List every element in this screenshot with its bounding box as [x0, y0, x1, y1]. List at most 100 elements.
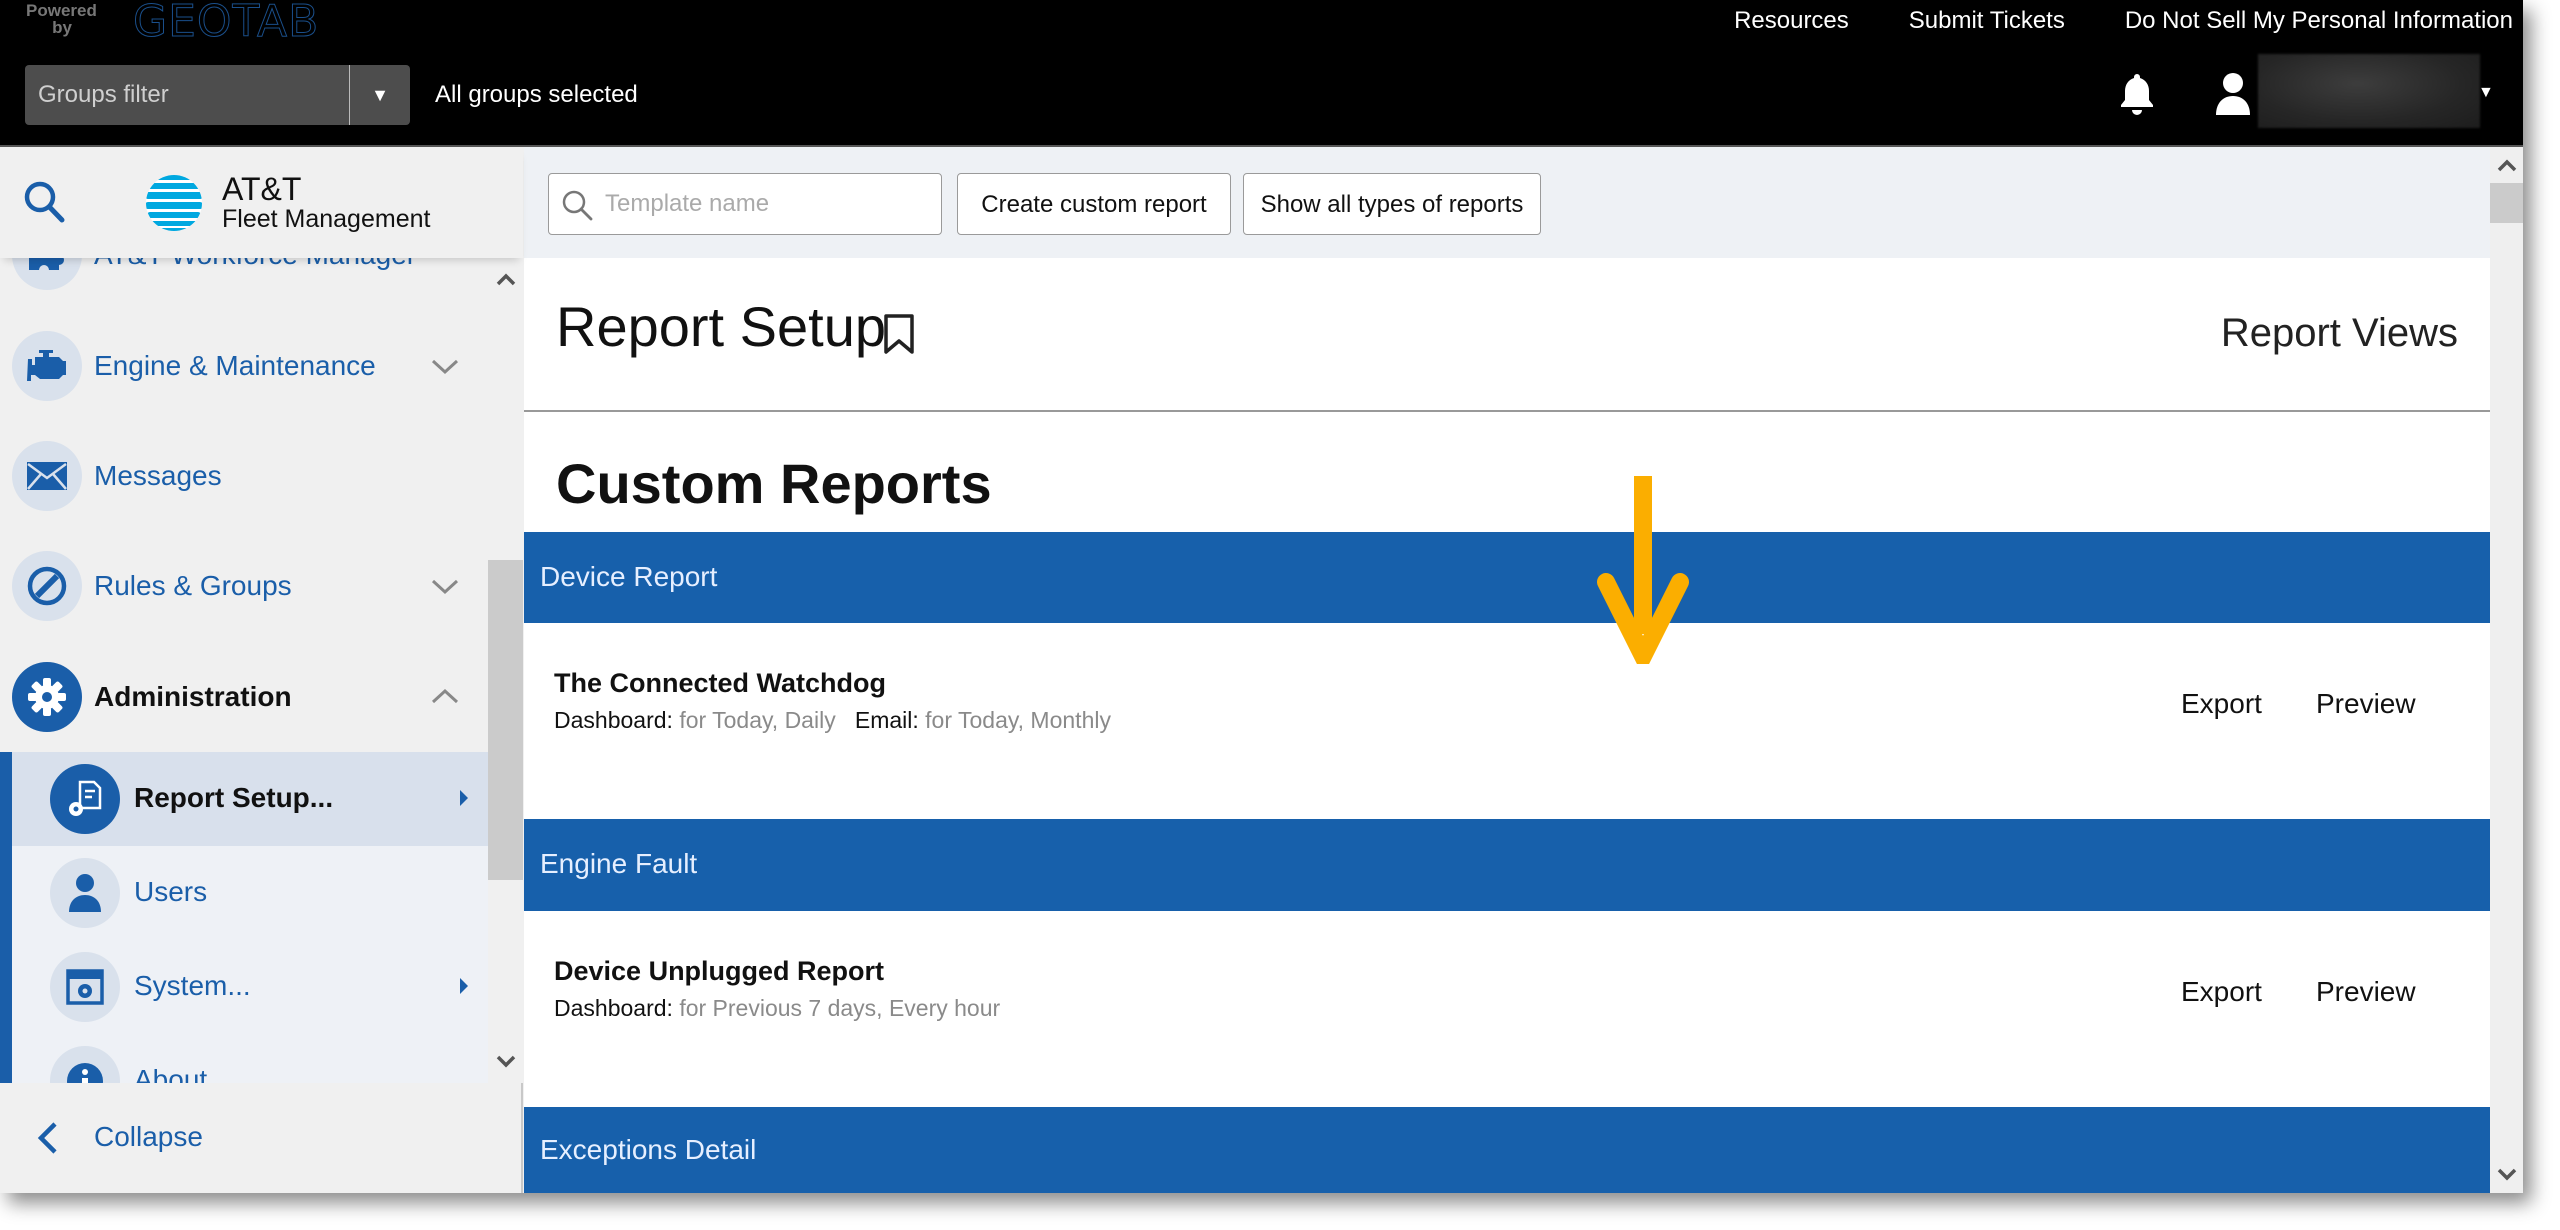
sidebar-item-engine-maintenance[interactable]: Engine & Maintenance [0, 311, 488, 421]
envelope-icon [12, 441, 82, 511]
rules-icon [12, 551, 82, 621]
report-category-band: Device Report [524, 532, 2490, 623]
top-links: Resources Submit Tickets Do Not Sell My … [1734, 6, 2513, 36]
section-title: Custom Reports [556, 452, 992, 515]
dashboard-label: Dashboard: [554, 707, 673, 733]
user-menu-caret-icon[interactable]: ▼ [2478, 84, 2494, 102]
report-setup-icon [50, 764, 120, 834]
att-globe-logo [146, 175, 202, 231]
info-icon [50, 1046, 120, 1083]
collapse-label: Collapse [94, 1121, 203, 1152]
report-row[interactable]: Device Unplugged Report Dashboard: for P… [524, 911, 2490, 1107]
sidebar-item-label: Users [134, 876, 208, 907]
submit-tickets-link[interactable]: Submit Tickets [1909, 6, 2065, 36]
resources-link[interactable]: Resources [1734, 6, 1849, 36]
sidebar-nav: AT&T Workforce Manager Engine & Maintena… [0, 258, 488, 1083]
create-custom-report-button[interactable]: Create custom report [957, 173, 1231, 235]
export-button[interactable]: Export [2181, 975, 2262, 1009]
puzzle-icon [12, 258, 82, 290]
sidebar-item-label: AT&T Workforce Manager [94, 258, 416, 272]
app-window: Powered by GEOTAB Resources Submit Ticke… [0, 0, 2523, 1193]
sidebar-item-label: Rules & Groups [94, 570, 292, 601]
collapse-sidebar-button[interactable]: Collapse [0, 1083, 521, 1193]
report-views-link[interactable]: Report Views [2221, 310, 2458, 356]
sidebar: AT&T Fleet Management AT&T Workforce Man… [0, 147, 523, 1193]
scroll-up-icon[interactable] [2496, 157, 2518, 173]
report-name[interactable]: Device Unplugged Report [554, 955, 884, 987]
report-schedule: Dashboard: for Today, Daily Email: for T… [554, 705, 1111, 735]
scroll-down-icon[interactable] [494, 1053, 518, 1071]
sidebar-item-label: Messages [94, 460, 222, 491]
search-icon[interactable] [22, 179, 66, 225]
sidebar-item-label: System... [134, 970, 251, 1001]
geotab-logo: GEOTAB [132, 0, 320, 47]
user-icon[interactable] [2214, 72, 2252, 116]
gear-icon [12, 662, 82, 732]
main-content: Create custom report Show all types of r… [524, 147, 2490, 1193]
sidebar-scrollbar[interactable] [488, 258, 523, 1083]
search-icon [562, 190, 593, 221]
sidebar-item-label: Report Setup... [134, 782, 334, 813]
caret-down-icon[interactable]: ▼ [350, 65, 410, 125]
main-scrollbar-thumb[interactable] [2490, 183, 2523, 223]
sidebar-item-users[interactable]: Users [12, 846, 488, 940]
bell-icon[interactable] [2118, 72, 2156, 116]
att-logo-title: AT&T [222, 171, 302, 207]
sidebar-item-messages[interactable]: Messages [0, 421, 488, 531]
sidebar-item-rules-groups[interactable]: Rules & Groups [0, 531, 488, 641]
scroll-down-icon[interactable] [2496, 1167, 2518, 1183]
show-all-reports-button[interactable]: Show all types of reports [1243, 173, 1541, 235]
do-not-sell-link[interactable]: Do Not Sell My Personal Information [2125, 6, 2513, 36]
att-logo-subtitle: Fleet Management [222, 205, 431, 233]
page-header: Report Setup Report Views [524, 258, 2490, 412]
report-name[interactable]: The Connected Watchdog [554, 667, 886, 699]
scroll-up-icon[interactable] [494, 270, 518, 288]
sidebar-item-report-setup[interactable]: Report Setup... [12, 752, 488, 846]
system-settings-icon [50, 952, 120, 1022]
chevron-down-icon[interactable] [430, 577, 460, 597]
dashboard-label: Dashboard: [554, 995, 673, 1021]
chevron-up-icon[interactable] [430, 686, 460, 706]
main-scrollbar[interactable] [2490, 147, 2523, 1193]
report-schedule: Dashboard: for Previous 7 days, Every ho… [554, 993, 1000, 1023]
sidebar-item-label: Administration [94, 681, 292, 712]
chevron-down-icon[interactable] [430, 357, 460, 377]
top-header: Powered by GEOTAB Resources Submit Ticke… [0, 0, 2523, 147]
export-button[interactable]: Export [2181, 687, 2262, 721]
sidebar-item-label: About [134, 1064, 208, 1083]
sidebar-header: AT&T Fleet Management [0, 147, 523, 258]
email-value: for Today, Monthly [925, 707, 1111, 733]
template-search-box[interactable] [548, 173, 942, 235]
groups-filter-dropdown[interactable]: Groups filter ▼ [25, 65, 410, 125]
report-category-band: Engine Fault [524, 819, 2490, 911]
toolbar: Create custom report Show all types of r… [524, 147, 2490, 258]
report-category-band: Exceptions Detail [524, 1107, 2490, 1193]
powered-by-label: Powered by [26, 1, 97, 37]
page-title: Report Setup [556, 295, 886, 358]
administration-submenu: Report Setup... Users System... About [0, 752, 488, 1083]
preview-button[interactable]: Preview [2316, 975, 2416, 1009]
sidebar-item-about[interactable]: About [12, 1034, 488, 1083]
submenu-arrow-icon [460, 978, 468, 994]
groups-status-text: All groups selected [435, 81, 638, 108]
sidebar-item-system[interactable]: System... [12, 940, 488, 1034]
user-name-redacted[interactable] [2258, 54, 2480, 128]
sidebar-item-workforce-manager[interactable]: AT&T Workforce Manager [0, 258, 488, 310]
report-category-label: Device Report [540, 561, 718, 592]
preview-button[interactable]: Preview [2316, 687, 2416, 721]
engine-icon [12, 331, 82, 401]
report-category-label: Engine Fault [540, 848, 698, 879]
dashboard-value: for Today, Daily [679, 707, 836, 733]
report-category-label: Exceptions Detail [540, 1134, 757, 1165]
dashboard-value: for Previous 7 days, Every hour [679, 995, 1001, 1021]
groups-filter-input[interactable]: Groups filter [25, 65, 350, 125]
email-label: Email: [854, 707, 919, 733]
report-row[interactable]: The Connected Watchdog Dashboard: for To… [524, 623, 2490, 819]
sidebar-scrollbar-thumb[interactable] [488, 560, 523, 880]
sidebar-item-label: Engine & Maintenance [94, 350, 376, 381]
submenu-arrow-icon [460, 790, 468, 806]
bookmark-icon[interactable] [882, 312, 916, 356]
template-name-input[interactable] [605, 174, 935, 233]
chevron-left-icon [37, 1122, 57, 1154]
sidebar-item-administration[interactable]: Administration [0, 642, 488, 752]
